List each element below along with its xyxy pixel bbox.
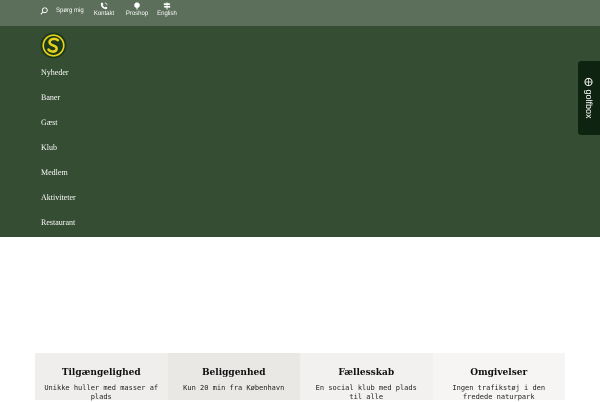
search-button[interactable]: Spørg mig bbox=[40, 5, 84, 17]
feature-card: Fællesskab En social klub med plads til … bbox=[300, 353, 433, 401]
proshop-label: Proshop bbox=[125, 11, 149, 17]
feature-title: Beliggenhed bbox=[201, 368, 266, 378]
nav-item-restaurant[interactable]: Restaurant bbox=[41, 218, 75, 227]
features-strip: Tilgængelighed Unikke huller med masser … bbox=[35, 353, 565, 401]
golf-ball-icon bbox=[584, 77, 594, 87]
feature-card: Omgivelser Ingen trafikstøj i den freded… bbox=[432, 353, 565, 401]
feature-description: Ingen trafikstøj i den fredede naturpark bbox=[452, 384, 546, 401]
phone-icon bbox=[100, 2, 108, 10]
main-navigation: Nyheder Baner Gæst Klub Medlem Aktivitet… bbox=[0, 26, 600, 237]
feature-title: Tilgængelighed bbox=[61, 368, 141, 378]
search-icon bbox=[40, 7, 48, 15]
contact-label: Kontakt bbox=[93, 11, 115, 17]
feature-title: Omgivelser bbox=[470, 368, 528, 378]
nav-item-nyheder[interactable]: Nyheder bbox=[41, 68, 69, 77]
nav-item-gaest[interactable]: Gæst bbox=[41, 118, 57, 127]
signpost-icon bbox=[163, 2, 171, 10]
nav-item-klub[interactable]: Klub bbox=[41, 143, 57, 152]
proshop-link[interactable]: Proshop bbox=[124, 2, 150, 17]
feature-title: Fællesskab bbox=[338, 368, 395, 378]
golfbox-label: golfbox bbox=[584, 89, 594, 119]
feature-card: Beliggenhed Kun 20 min fra København bbox=[167, 353, 300, 400]
search-label: Spørg mig bbox=[56, 8, 84, 14]
contact-link[interactable]: Kontakt bbox=[91, 2, 117, 17]
feature-card: Tilgængelighed Unikke huller med masser … bbox=[35, 353, 168, 401]
club-logo-icon[interactable] bbox=[40, 32, 67, 59]
feature-description: Unikke huller med masser af plads bbox=[44, 384, 159, 401]
golf-ball-icon bbox=[134, 2, 140, 10]
feature-description: Kun 20 min fra København bbox=[183, 384, 285, 392]
top-bar: Spørg mig Kontakt Proshop English bbox=[0, 0, 600, 26]
nav-item-medlem[interactable]: Medlem bbox=[41, 168, 68, 177]
feature-description: En social klub med plads til alle bbox=[315, 384, 417, 401]
golfbox-tab[interactable]: golfbox bbox=[578, 61, 600, 135]
nav-item-baner[interactable]: Baner bbox=[41, 93, 60, 102]
english-link[interactable]: English bbox=[154, 2, 180, 17]
nav-item-aktiviteter[interactable]: Aktiviteter bbox=[41, 193, 76, 202]
english-label: English bbox=[157, 11, 177, 17]
